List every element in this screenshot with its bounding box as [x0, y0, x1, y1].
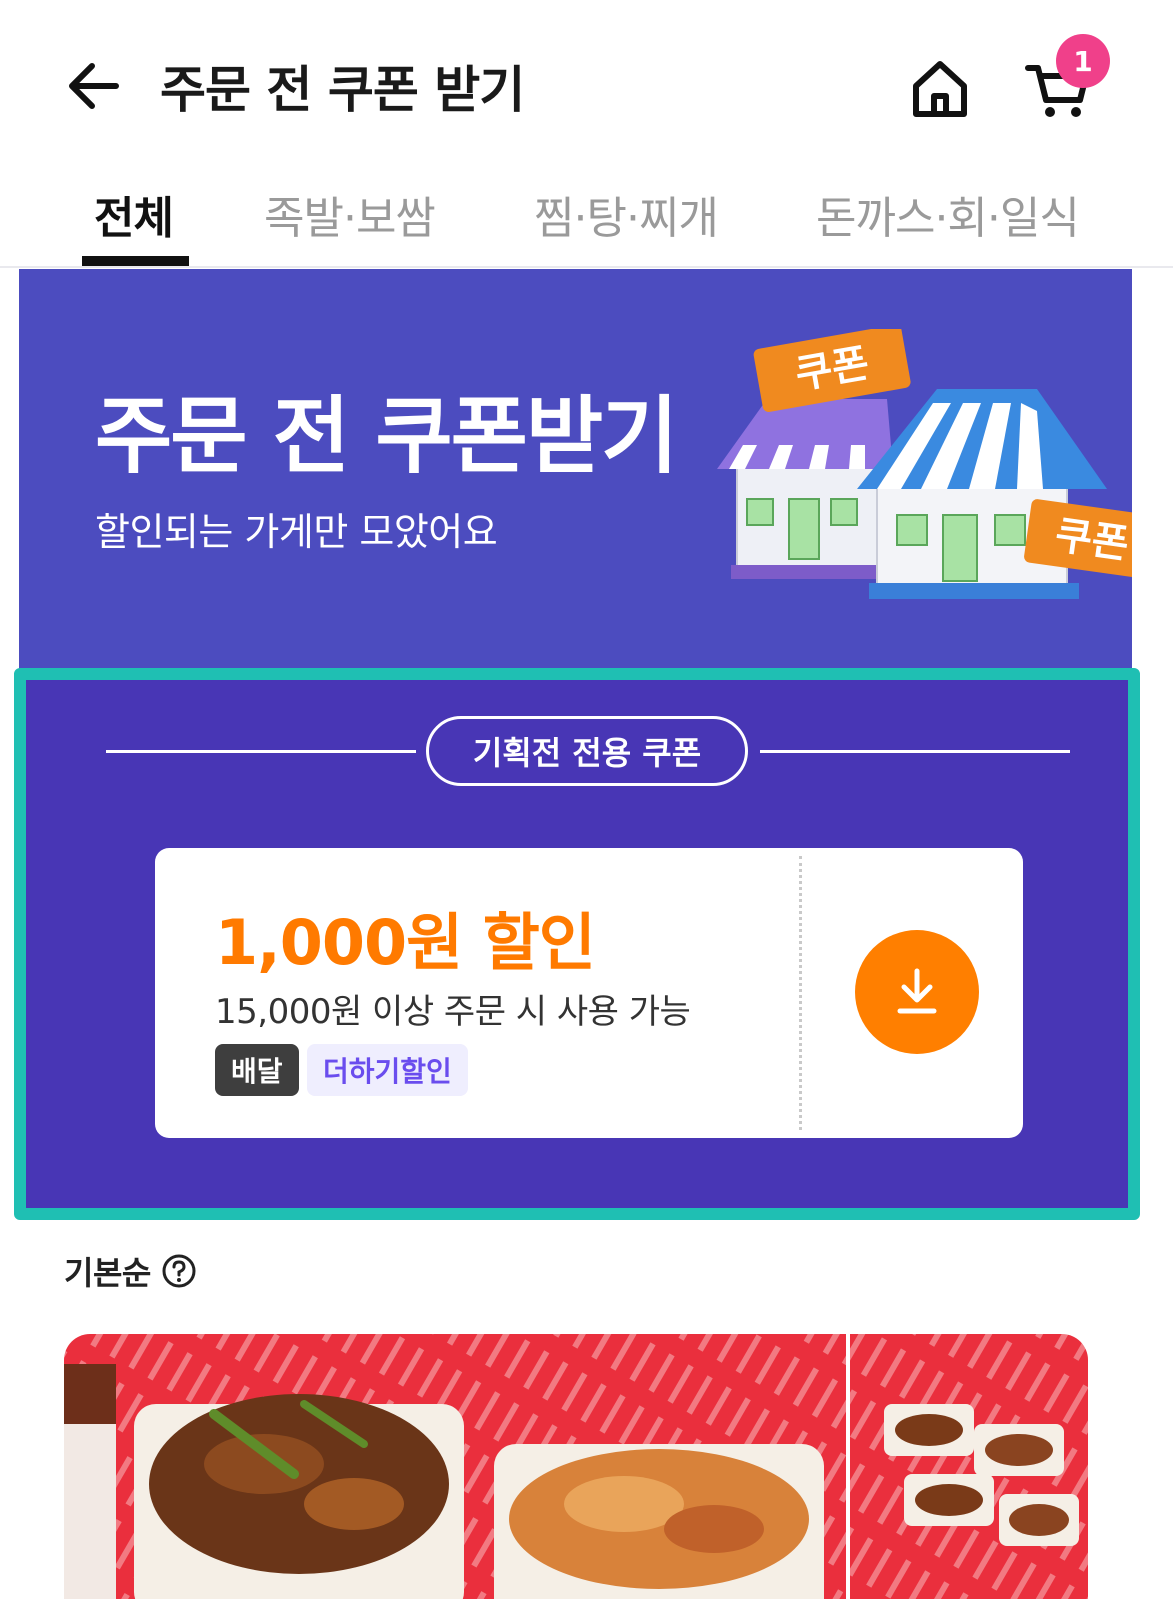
- store-illustration: 쿠폰 쿠폰: [707, 324, 1132, 619]
- category-tabs: 전체 족발·보쌈 찜·탕·찌개 돈까스·회·일식: [0, 170, 1173, 268]
- delivery-tag: 배달: [215, 1044, 299, 1096]
- cart-count-badge: 1: [1056, 34, 1110, 88]
- divider-line-left: [106, 750, 416, 753]
- tab-jokbal-bossam[interactable]: 족발·보쌈: [264, 182, 436, 246]
- sort-label: 기본순: [64, 1254, 151, 1292]
- banner-subtitle: 할인되는 가게만 모았어요: [95, 510, 498, 554]
- tab-donkatsu-hoe-ilsik[interactable]: 돈까스·회·일식: [816, 182, 1080, 246]
- help-icon[interactable]: [161, 1253, 197, 1289]
- tab-divider: [0, 266, 1173, 268]
- divider-line-right: [760, 750, 1070, 753]
- coupon-download-button[interactable]: [855, 930, 979, 1054]
- promo-banner: 주문 전 쿠폰받기 할인되는 가게만 모았어요 쿠폰 쿠폰: [19, 269, 1132, 669]
- sort-selector[interactable]: 기본순: [64, 1246, 197, 1296]
- store-thumbnail[interactable]: [64, 1334, 1088, 1599]
- exclusive-coupon-pill: 기획전 전용 쿠폰: [426, 716, 748, 786]
- coupon-amount: 1,000원 할인: [215, 906, 596, 979]
- home-icon[interactable]: [908, 56, 972, 120]
- exclusive-coupon-section: 기획전 전용 쿠폰 1,000원 할인 15,000원 이상 주문 시 사용 가…: [14, 668, 1140, 1220]
- coupon-condition: 15,000원 이상 주문 시 사용 가능: [215, 992, 691, 1032]
- active-tab-indicator: [82, 256, 189, 266]
- coupon-card[interactable]: 1,000원 할인 15,000원 이상 주문 시 사용 가능 배달 더하기할인: [155, 848, 1023, 1138]
- banner-title: 주문 전 쿠폰받기: [95, 387, 678, 485]
- tab-all[interactable]: 전체: [94, 182, 174, 246]
- download-icon: [897, 968, 937, 1014]
- coupon-perforation: [799, 856, 809, 1130]
- header: 주문 전 쿠폰 받기 1: [0, 0, 1173, 170]
- page-title: 주문 전 쿠폰 받기: [160, 61, 525, 119]
- tab-jjim-tang-jjigae[interactable]: 찜·탕·찌개: [534, 182, 719, 246]
- extra-discount-tag: 더하기할인: [307, 1044, 468, 1096]
- back-arrow-icon[interactable]: [64, 56, 124, 116]
